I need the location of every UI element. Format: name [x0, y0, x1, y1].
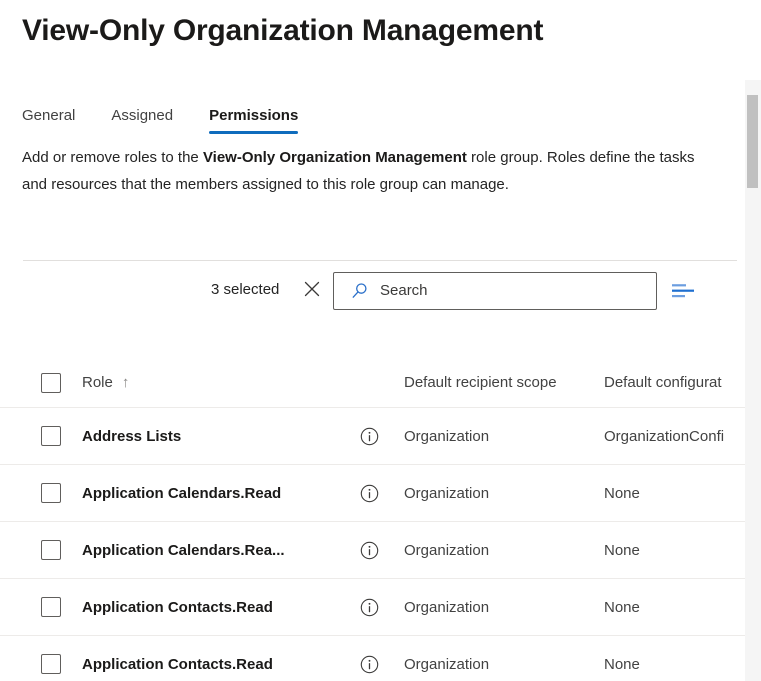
- cell-default-recipient-scope: Organization: [404, 598, 490, 616]
- cell-default-configuration-scope: None: [604, 598, 640, 616]
- sort-ascending-icon: ↑: [121, 374, 130, 391]
- search-icon: [350, 281, 370, 301]
- cell-default-configuration-scope: None: [604, 541, 640, 559]
- row-info-cell: [360, 655, 404, 674]
- close-icon[interactable]: [302, 279, 322, 299]
- column-header-role-label: Role: [82, 374, 113, 391]
- cell-role: Application Contacts.Read: [82, 655, 273, 673]
- cell-default-recipient-scope: Organization: [404, 484, 490, 502]
- info-icon[interactable]: [360, 598, 379, 617]
- info-icon[interactable]: [360, 655, 379, 674]
- cell-role: Application Contacts.Read: [82, 598, 273, 616]
- row-checkbox[interactable]: [41, 483, 61, 503]
- cell-default-recipient-scope: Organization: [404, 541, 490, 559]
- cell-default-recipient-scope: Organization: [404, 427, 490, 445]
- panel-content: View-Only Organization Management Genera…: [0, 0, 745, 681]
- selected-count-label: 3 selected: [211, 281, 280, 298]
- cell-role: Application Calendars.Read: [82, 484, 282, 502]
- row-info-cell: [360, 427, 404, 446]
- row-checkbox[interactable]: [41, 597, 61, 617]
- cell-role: Application Calendars.Rea...: [82, 541, 285, 559]
- select-all-cell: [0, 372, 82, 393]
- table-row[interactable]: Address Lists Organization OrganizationC…: [0, 408, 745, 465]
- search-input[interactable]: [380, 280, 640, 302]
- info-icon[interactable]: [360, 484, 379, 503]
- row-checkbox[interactable]: [41, 540, 61, 560]
- select-all-checkbox[interactable]: [41, 372, 61, 393]
- tab-permissions[interactable]: Permissions: [209, 107, 299, 134]
- tab-permissions-label: Permissions: [209, 107, 299, 124]
- column-header-config-label: Default configurat: [604, 374, 722, 391]
- tab-list: General Assigned Permissions: [22, 98, 334, 134]
- search-box[interactable]: [333, 272, 657, 310]
- table-header-row: Role ↑ Default recipient scope Default c…: [0, 358, 745, 408]
- column-header-role[interactable]: Role ↑: [82, 374, 360, 391]
- row-select-cell: [0, 426, 82, 446]
- roles-table: Role ↑ Default recipient scope Default c…: [0, 358, 745, 681]
- tab-general[interactable]: General: [22, 108, 75, 134]
- row-info-cell: [360, 598, 404, 617]
- cell-default-configuration-scope: OrganizationConfi: [604, 427, 725, 445]
- column-header-scope-label: Default recipient scope: [404, 374, 557, 391]
- page-title: View-Only Organization Management: [22, 14, 544, 47]
- panel-vertical-scrollbar[interactable]: [745, 80, 761, 681]
- command-bar: 3 selected: [0, 272, 745, 310]
- row-select-cell: [0, 654, 82, 674]
- row-info-cell: [360, 541, 404, 560]
- row-select-cell: [0, 540, 82, 560]
- row-checkbox[interactable]: [41, 426, 61, 446]
- row-checkbox[interactable]: [41, 654, 61, 674]
- cell-default-configuration-scope: None: [604, 484, 640, 502]
- table-row[interactable]: Application Calendars.Read Organization …: [0, 465, 745, 522]
- description-part-1: Add or remove roles to the: [22, 149, 203, 166]
- tab-general-label: General: [22, 107, 76, 124]
- filter-icon[interactable]: [671, 281, 695, 301]
- panel-vertical-scrollbar-thumb[interactable]: [747, 95, 758, 188]
- cell-role: Address Lists: [82, 427, 182, 445]
- toolbar-divider: [23, 260, 737, 261]
- tab-assigned[interactable]: Assigned: [111, 108, 173, 134]
- table-row[interactable]: Application Calendars.Rea... Organizatio…: [0, 522, 745, 579]
- panel-description: Add or remove roles to the View-Only Org…: [22, 144, 722, 198]
- cell-default-configuration-scope: None: [604, 655, 640, 673]
- cell-default-recipient-scope: Organization: [404, 655, 490, 673]
- column-header-default-configuration-scope[interactable]: Default configurat: [604, 374, 745, 391]
- tab-assigned-label: Assigned: [111, 107, 174, 124]
- row-select-cell: [0, 597, 82, 617]
- column-header-default-recipient-scope[interactable]: Default recipient scope: [404, 374, 604, 391]
- row-info-cell: [360, 484, 404, 503]
- info-icon[interactable]: [360, 541, 379, 560]
- description-role-group-name: View-Only Organization Management: [202, 149, 467, 166]
- table-row[interactable]: Application Contacts.Read Organization N…: [0, 636, 745, 681]
- row-select-cell: [0, 483, 82, 503]
- table-row[interactable]: Application Contacts.Read Organization N…: [0, 579, 745, 636]
- role-group-permissions-panel: View-Only Organization Management Genera…: [0, 0, 761, 681]
- info-icon[interactable]: [360, 427, 379, 446]
